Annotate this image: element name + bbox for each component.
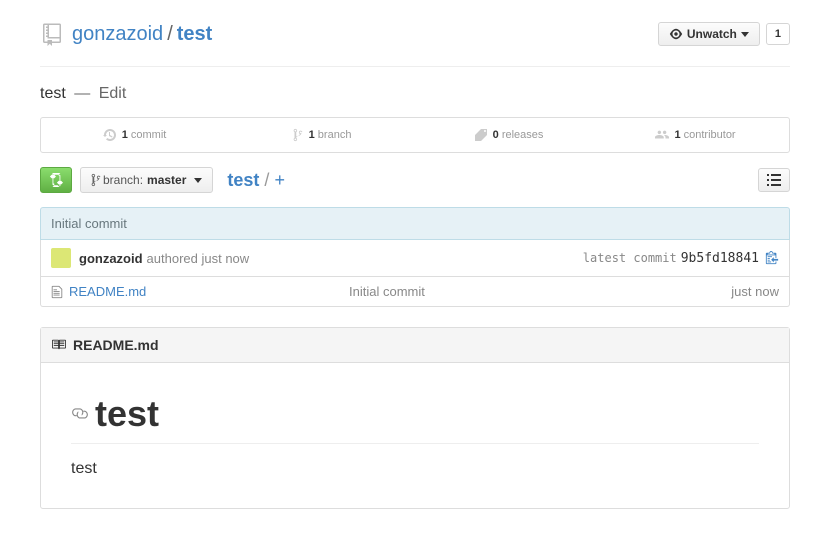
watch-count[interactable]: 1 (766, 23, 790, 45)
readme-header: README.md (41, 328, 789, 363)
dash: — (74, 85, 90, 102)
releases-label: releases (502, 129, 544, 141)
contributors-stat[interactable]: 1 contributor (602, 118, 789, 152)
file-commit-message[interactable]: Initial commit (349, 284, 731, 299)
commit-author[interactable]: gonzazoid (79, 251, 143, 266)
readme-filename: README.md (73, 337, 159, 353)
breadcrumb-sep: / (264, 170, 269, 190)
commit-tease: Initial commit (40, 207, 790, 240)
commits-count: 1 (122, 129, 128, 141)
caret-down-icon (194, 178, 202, 183)
compare-button[interactable] (40, 167, 72, 193)
commits-stat[interactable]: 1 commit (41, 118, 228, 152)
compare-icon (49, 173, 63, 187)
branches-label: branch (318, 129, 352, 141)
repo-link[interactable]: test (177, 23, 213, 46)
readme-h1: test (71, 393, 759, 444)
clipboard-icon[interactable] (765, 251, 779, 265)
contributors-label: contributor (684, 129, 736, 141)
book-icon (51, 338, 67, 352)
readme-paragraph: test (71, 460, 759, 478)
pagehead-actions: Unwatch 1 (658, 22, 790, 46)
repo-description: test — Edit (40, 67, 790, 117)
commits-label: commit (131, 129, 166, 141)
breadcrumb-new[interactable]: + (274, 170, 285, 190)
caret-down-icon (741, 32, 749, 37)
branch-prefix: branch: (103, 173, 143, 187)
file-name[interactable]: README.md (69, 284, 349, 299)
branch-icon (91, 173, 101, 187)
file-icon (51, 285, 63, 299)
avatar (51, 248, 71, 268)
separator: / (167, 23, 173, 46)
file-nav: branch: master test / + (40, 167, 790, 193)
options-button[interactable] (758, 168, 790, 192)
eye-icon (669, 27, 683, 41)
repo-title: gonzazoid / test (40, 20, 212, 48)
unwatch-button[interactable]: Unwatch (658, 22, 760, 46)
branches-stat[interactable]: 1 branch (228, 118, 415, 152)
history-icon (103, 128, 117, 142)
description-text: test (40, 85, 66, 102)
list-icon (767, 174, 781, 186)
breadcrumb: test / + (227, 170, 285, 191)
latest-commit-label: latest commit (583, 251, 677, 265)
branch-select[interactable]: branch: master (80, 167, 213, 193)
branches-count: 1 (309, 129, 315, 141)
readme-body: test test (41, 363, 789, 508)
breadcrumb-root[interactable]: test (227, 170, 259, 190)
page-head: gonzazoid / test Unwatch 1 (40, 0, 790, 67)
tag-icon (474, 128, 488, 142)
branch-icon (292, 128, 304, 142)
contributors-count: 1 (674, 129, 680, 141)
readme-box: README.md test test (40, 327, 790, 509)
file-list: README.md Initial commit just now (40, 277, 790, 307)
edit-link[interactable]: Edit (99, 85, 127, 102)
stats-bar: 1 commit 1 branch 0 releases 1 contribut… (40, 117, 790, 153)
anchor-icon[interactable] (71, 405, 89, 423)
commit-sha[interactable]: 9b5fd18841 (681, 251, 759, 266)
releases-count: 0 (493, 129, 499, 141)
releases-stat[interactable]: 0 releases (415, 118, 602, 152)
file-row: README.md Initial commit just now (41, 277, 789, 306)
branch-name: master (147, 173, 186, 187)
file-time: just now (731, 284, 779, 299)
commit-authored: authored just now (147, 251, 250, 266)
readme-h1-text: test (95, 393, 159, 435)
repo-icon (40, 20, 64, 48)
people-icon (655, 128, 669, 142)
unwatch-label: Unwatch (687, 27, 737, 41)
owner-link[interactable]: gonzazoid (72, 23, 163, 46)
commit-bar: gonzazoid authored just now latest commi… (40, 240, 790, 277)
